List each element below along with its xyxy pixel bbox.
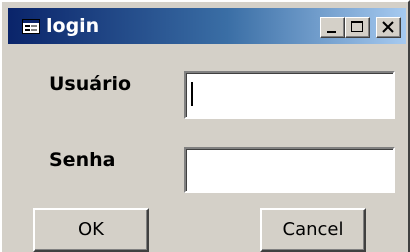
form-window-icon[interactable] (22, 19, 40, 34)
cancel-button[interactable]: Cancel (260, 208, 366, 252)
login-window: login Usuário Senha OK Cancel (0, 0, 410, 252)
close-button[interactable] (376, 17, 401, 38)
window-title: login (46, 15, 100, 37)
ok-button[interactable]: OK (33, 208, 149, 252)
maximize-button[interactable] (345, 17, 370, 38)
username-field[interactable] (184, 71, 395, 119)
password-label: Senha (49, 149, 116, 171)
minimize-icon (327, 31, 336, 33)
text-caret (191, 82, 193, 106)
username-label: Usuário (49, 73, 132, 95)
close-icon (382, 21, 394, 33)
minimize-button[interactable] (320, 17, 345, 38)
title-bar[interactable]: login (8, 8, 406, 44)
password-field[interactable] (184, 147, 395, 193)
maximize-icon (351, 21, 363, 32)
